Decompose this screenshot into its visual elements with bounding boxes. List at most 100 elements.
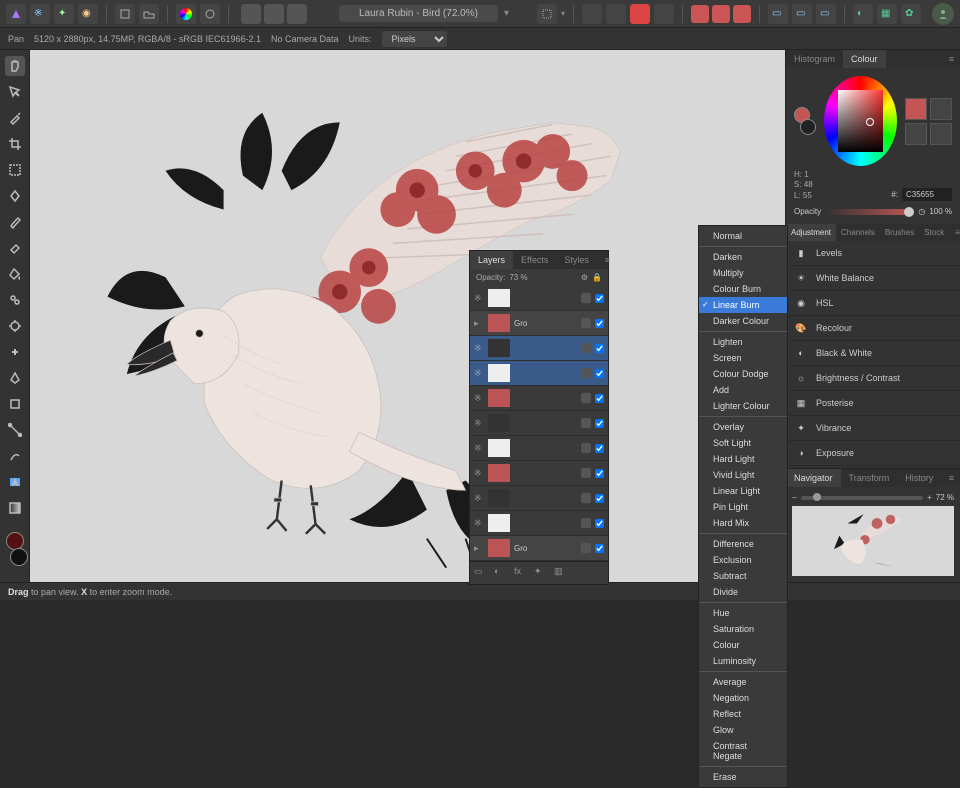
effects-tab[interactable]: Effects xyxy=(513,251,556,269)
swatch[interactable] xyxy=(930,123,952,145)
layer-checkbox[interactable] xyxy=(595,344,604,353)
text-tool[interactable]: A xyxy=(5,472,25,492)
layer-row[interactable]: ※ xyxy=(470,286,608,311)
arrange-icon-2[interactable]: ▭ xyxy=(792,4,812,24)
blend-darken[interactable]: Darken xyxy=(699,249,787,265)
adjustment-tab[interactable]: Adjustment xyxy=(786,224,836,241)
layer-row[interactable]: ※ xyxy=(470,386,608,411)
colour-wheel[interactable] xyxy=(824,76,897,166)
persona-develop[interactable] xyxy=(733,5,751,23)
layer-adjust-icon[interactable]: ◐ xyxy=(494,566,508,580)
layer-checkbox[interactable] xyxy=(595,469,604,478)
selection-tool[interactable] xyxy=(5,160,25,180)
blend-luminosity[interactable]: Luminosity xyxy=(699,653,787,669)
visibility-icon[interactable]: ※ xyxy=(474,293,484,303)
units-select[interactable]: Pixels xyxy=(382,31,447,47)
layer-row[interactable]: ▸ Gro xyxy=(470,536,608,561)
align-icon-1[interactable] xyxy=(241,4,261,24)
layer-row[interactable]: ※ xyxy=(470,361,608,386)
layer-gear-icon[interactable]: ⚙ xyxy=(581,273,588,282)
adjustment-vibrance[interactable]: ✦Vibrance xyxy=(786,416,960,441)
colour-menu-icon[interactable]: ≡ xyxy=(943,50,960,68)
blend-exclusion[interactable]: Exclusion xyxy=(699,552,787,568)
prefs-icon[interactable] xyxy=(200,4,220,24)
blend-colour-dodge[interactable]: Colour Dodge xyxy=(699,366,787,382)
toolbar-icon-3[interactable]: ◉ xyxy=(78,4,98,24)
persona-photo[interactable] xyxy=(691,5,709,23)
blend-subtract[interactable]: Subtract xyxy=(699,568,787,584)
layer-checkbox[interactable] xyxy=(595,419,604,428)
canvas[interactable] xyxy=(30,50,785,582)
adjustment-brightness-contrast[interactable]: ☼Brightness / Contrast xyxy=(786,366,960,391)
layer-row[interactable]: ※ xyxy=(470,411,608,436)
layer-checkbox[interactable] xyxy=(595,294,604,303)
arrange-icon-3[interactable]: ▭ xyxy=(816,4,836,24)
open-icon[interactable] xyxy=(139,4,159,24)
channels-tab[interactable]: Channels xyxy=(836,224,880,241)
blend-hard-light[interactable]: Hard Light xyxy=(699,451,787,467)
adjustment-black-white[interactable]: ◐Black & White xyxy=(786,341,960,366)
layers-menu-icon[interactable]: ≡ xyxy=(597,251,618,269)
clone-tool[interactable] xyxy=(5,290,25,310)
layers-tab[interactable]: Layers xyxy=(470,251,513,269)
visibility-icon[interactable]: ※ xyxy=(474,343,484,353)
blend-normal[interactable]: Normal xyxy=(699,228,787,244)
visibility-icon[interactable]: ※ xyxy=(474,393,484,403)
snap-icon-2[interactable] xyxy=(606,4,626,24)
adjustment-white-balance[interactable]: ☀White Balance xyxy=(786,266,960,291)
blend-glow[interactable]: Glow xyxy=(699,722,787,738)
blend-difference[interactable]: Difference xyxy=(699,536,787,552)
node-tool[interactable] xyxy=(5,420,25,440)
zoom-out-icon[interactable]: − xyxy=(792,493,797,502)
fill-tool[interactable] xyxy=(5,264,25,284)
visibility-icon[interactable]: ※ xyxy=(474,493,484,503)
layer-row[interactable]: ※ xyxy=(470,461,608,486)
navigator-tab[interactable]: Navigator xyxy=(786,469,841,487)
user-avatar[interactable] xyxy=(932,3,954,25)
adjustment-levels[interactable]: ▮Levels xyxy=(786,241,960,266)
brush-tool[interactable] xyxy=(5,212,25,232)
visibility-icon[interactable]: ※ xyxy=(474,468,484,478)
blend-lighter-colour[interactable]: Lighter Colour xyxy=(699,398,787,414)
pan-tool[interactable] xyxy=(5,56,25,76)
navigator-thumbnail[interactable] xyxy=(792,506,954,576)
blend-screen[interactable]: Screen xyxy=(699,350,787,366)
brushes-tab[interactable]: Brushes xyxy=(880,224,919,241)
snap-icon-3[interactable] xyxy=(630,4,650,24)
swatch[interactable] xyxy=(930,98,952,120)
blend-erase[interactable]: Erase xyxy=(699,769,787,785)
nav-menu-icon[interactable]: ≡ xyxy=(943,469,960,487)
secondary-swatch[interactable] xyxy=(800,119,816,135)
blend-overlay[interactable]: Overlay xyxy=(699,419,787,435)
layer-lock-icon[interactable]: 🔒 xyxy=(592,273,602,282)
assist-icon-2[interactable]: ▦ xyxy=(877,4,897,24)
opacity-slider[interactable] xyxy=(825,209,914,215)
dodge-tool[interactable] xyxy=(5,316,25,336)
blend-colour-burn[interactable]: Colour Burn xyxy=(699,281,787,297)
blend-contrast-negate[interactable]: Contrast Negate xyxy=(699,738,787,764)
blend-linear-light[interactable]: Linear Light xyxy=(699,483,787,499)
transform-tab[interactable]: Transform xyxy=(841,469,898,487)
visibility-icon[interactable]: ▸ xyxy=(474,318,484,328)
layer-checkbox[interactable] xyxy=(595,369,604,378)
opacity-value[interactable]: 100 % xyxy=(929,207,952,216)
adj-menu-icon[interactable]: ≡ xyxy=(949,224,960,241)
zoom-slider[interactable] xyxy=(801,496,923,500)
swatch[interactable] xyxy=(905,98,927,120)
blend-reflect[interactable]: Reflect xyxy=(699,706,787,722)
visibility-icon[interactable]: ▸ xyxy=(474,543,484,553)
blend-hard-mix[interactable]: Hard Mix xyxy=(699,515,787,531)
layer-row[interactable]: ※ xyxy=(470,436,608,461)
zoom-value[interactable]: 72 % xyxy=(936,493,954,502)
layer-checkbox[interactable] xyxy=(595,394,604,403)
color-wheel-icon[interactable] xyxy=(176,4,196,24)
styles-tab[interactable]: Styles xyxy=(556,251,597,269)
assist-icon-1[interactable]: ◐ xyxy=(853,4,873,24)
history-tab[interactable]: History xyxy=(897,469,941,487)
blend-linear-burn[interactable]: Linear Burn xyxy=(699,297,787,313)
layer-row[interactable]: ▸ Gro xyxy=(470,311,608,336)
layer-checkbox[interactable] xyxy=(595,319,604,328)
color-picker-tool[interactable] xyxy=(5,108,25,128)
doc-dropdown-icon[interactable]: ▾ xyxy=(504,8,509,19)
document-title[interactable]: Laura Rubin - Bird (72.0%) xyxy=(339,5,498,22)
